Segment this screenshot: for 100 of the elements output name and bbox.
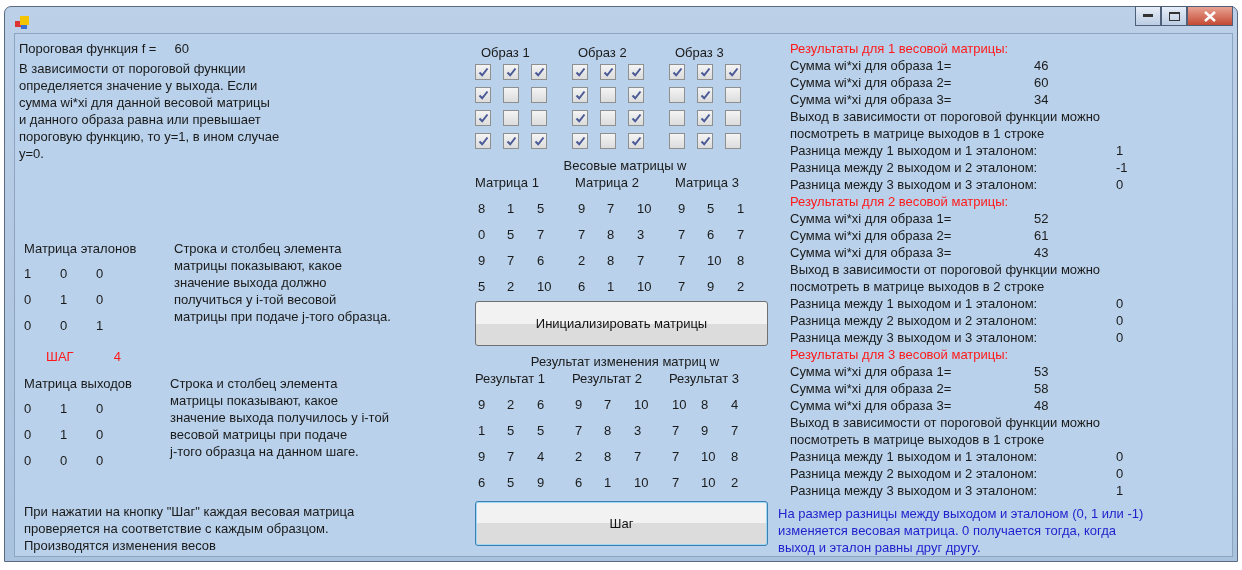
matrix-value: 7 bbox=[731, 422, 739, 439]
checkbox[interactable] bbox=[600, 110, 616, 126]
matrix-value: 1 bbox=[607, 278, 615, 295]
difference-label: Разница между 2 выходом и 2 эталоном: bbox=[790, 312, 1039, 329]
checkbox[interactable] bbox=[531, 87, 547, 103]
close-button[interactable] bbox=[1187, 6, 1233, 26]
matrix-value: 10 bbox=[637, 278, 652, 295]
result-title: Результат 2 bbox=[572, 370, 643, 387]
checkbox[interactable] bbox=[725, 110, 741, 126]
checkbox[interactable] bbox=[669, 133, 685, 149]
checkbox[interactable] bbox=[697, 87, 713, 103]
matrix-value: 0 bbox=[96, 400, 104, 417]
step-value: 4 bbox=[113, 348, 121, 365]
checkbox[interactable] bbox=[531, 64, 547, 80]
report-heading: Результаты для 3 весовой матрицы: bbox=[790, 346, 1010, 363]
sum-value: 58 bbox=[1034, 380, 1049, 397]
checkbox[interactable] bbox=[725, 64, 741, 80]
difference-label: Разница между 1 выходом и 1 эталоном: bbox=[790, 295, 1039, 312]
matrix-value: 2 bbox=[737, 278, 745, 295]
checkbox[interactable] bbox=[503, 87, 519, 103]
sum-label: Сумма wi*xi для образа 2= bbox=[790, 74, 953, 91]
checkbox[interactable] bbox=[572, 110, 588, 126]
checkbox[interactable] bbox=[725, 87, 741, 103]
matrix-value: 3 bbox=[637, 226, 645, 243]
checkbox[interactable] bbox=[475, 133, 491, 149]
difference-label: Разница между 1 выходом и 1 эталоном: bbox=[790, 142, 1039, 159]
checkbox[interactable] bbox=[600, 64, 616, 80]
matrix-value: 7 bbox=[737, 226, 745, 243]
maximize-button[interactable] bbox=[1161, 6, 1187, 26]
checkbox[interactable] bbox=[697, 110, 713, 126]
matrix-value: 9 bbox=[575, 396, 583, 413]
matrix-value: 6 bbox=[578, 278, 586, 295]
matrix-title: Матрица эталонов bbox=[24, 240, 138, 257]
matrix-value: 0 bbox=[96, 291, 104, 308]
checkbox[interactable] bbox=[697, 64, 713, 80]
matrix-value: 9 bbox=[478, 396, 486, 413]
checkbox[interactable] bbox=[628, 64, 644, 80]
difference-value: 0 bbox=[1116, 329, 1124, 346]
matrix-value: 6 bbox=[537, 252, 545, 269]
difference-value: -1 bbox=[1116, 159, 1128, 176]
matrix-value: 2 bbox=[731, 474, 739, 491]
matrix-value: 7 bbox=[578, 226, 586, 243]
step-button[interactable]: Шаг bbox=[475, 501, 768, 546]
matrix-value: 5 bbox=[507, 226, 515, 243]
checkbox[interactable] bbox=[725, 133, 741, 149]
matrix-title: Матрица 2 bbox=[575, 174, 640, 191]
section-title: Весовые матрицы w bbox=[562, 157, 688, 174]
matrix-value: 8 bbox=[478, 200, 486, 217]
matrix-description: Строка и столбец элемента матрицы показывают, какое значение выхода получилось у i-той весовой матрицы при подаче j-того образца на данном шаге. bbox=[170, 375, 389, 461]
checkbox[interactable] bbox=[600, 87, 616, 103]
checkbox[interactable] bbox=[503, 64, 519, 80]
matrix-value: 7 bbox=[672, 448, 680, 465]
checkbox[interactable] bbox=[669, 87, 685, 103]
checkbox[interactable] bbox=[531, 133, 547, 149]
matrix-value: 5 bbox=[478, 278, 486, 295]
checkbox[interactable] bbox=[600, 133, 616, 149]
matrix-value: 9 bbox=[707, 278, 715, 295]
checkbox[interactable] bbox=[475, 110, 491, 126]
sum-value: 43 bbox=[1034, 244, 1049, 261]
matrix-value: 1 bbox=[478, 422, 486, 439]
matrix-value: 7 bbox=[634, 448, 642, 465]
checkbox[interactable] bbox=[669, 110, 685, 126]
checkbox[interactable] bbox=[475, 87, 491, 103]
close-icon bbox=[1204, 10, 1216, 22]
matrix-title: Матрица выходов bbox=[24, 375, 133, 392]
matrix-value: 8 bbox=[604, 422, 612, 439]
checkbox[interactable] bbox=[503, 133, 519, 149]
initialize-button[interactable]: Инициализировать матрицы bbox=[475, 301, 768, 346]
sum-label: Сумма wi*xi для образа 1= bbox=[790, 210, 953, 227]
checkbox[interactable] bbox=[697, 133, 713, 149]
checkbox[interactable] bbox=[503, 110, 519, 126]
section-title: Результат изменения матриц w bbox=[529, 353, 721, 370]
sum-value: 34 bbox=[1034, 91, 1049, 108]
matrix-value: 2 bbox=[507, 278, 515, 295]
checkbox[interactable] bbox=[628, 110, 644, 126]
minimize-button[interactable] bbox=[1135, 6, 1161, 26]
checkbox[interactable] bbox=[628, 133, 644, 149]
info-note: На размер разницы между выходом и эталоном (0, 1 или -1) изменяется весовая матрица. 0 получается тогда, когда выход и эталон равны друг другу. bbox=[778, 505, 1145, 556]
checkbox[interactable] bbox=[628, 87, 644, 103]
image-title: Образ 2 bbox=[578, 44, 628, 61]
difference-value: 0 bbox=[1116, 295, 1124, 312]
checkbox[interactable] bbox=[572, 87, 588, 103]
difference-value: 0 bbox=[1116, 465, 1124, 482]
matrix-value: 7 bbox=[575, 422, 583, 439]
checkbox[interactable] bbox=[669, 64, 685, 80]
output-note: Выход в зависимости от пороговой функции можно посмотреть в матрице выходов в 2 строке bbox=[790, 261, 1102, 295]
matrix-value: 8 bbox=[701, 396, 709, 413]
matrix-value: 10 bbox=[701, 448, 716, 465]
checkbox[interactable] bbox=[572, 64, 588, 80]
matrix-value: 7 bbox=[507, 252, 515, 269]
matrix-value: 6 bbox=[478, 474, 486, 491]
difference-label: Разница между 3 выходом и 3 эталоном: bbox=[790, 329, 1039, 346]
checkbox[interactable] bbox=[572, 133, 588, 149]
matrix-value: 0 bbox=[24, 426, 32, 443]
threshold-value: 60 bbox=[174, 40, 189, 57]
checkbox[interactable] bbox=[531, 110, 547, 126]
checkbox[interactable] bbox=[475, 64, 491, 80]
matrix-value: 0 bbox=[478, 226, 486, 243]
matrix-value: 9 bbox=[578, 200, 586, 217]
matrix-value: 7 bbox=[604, 396, 612, 413]
